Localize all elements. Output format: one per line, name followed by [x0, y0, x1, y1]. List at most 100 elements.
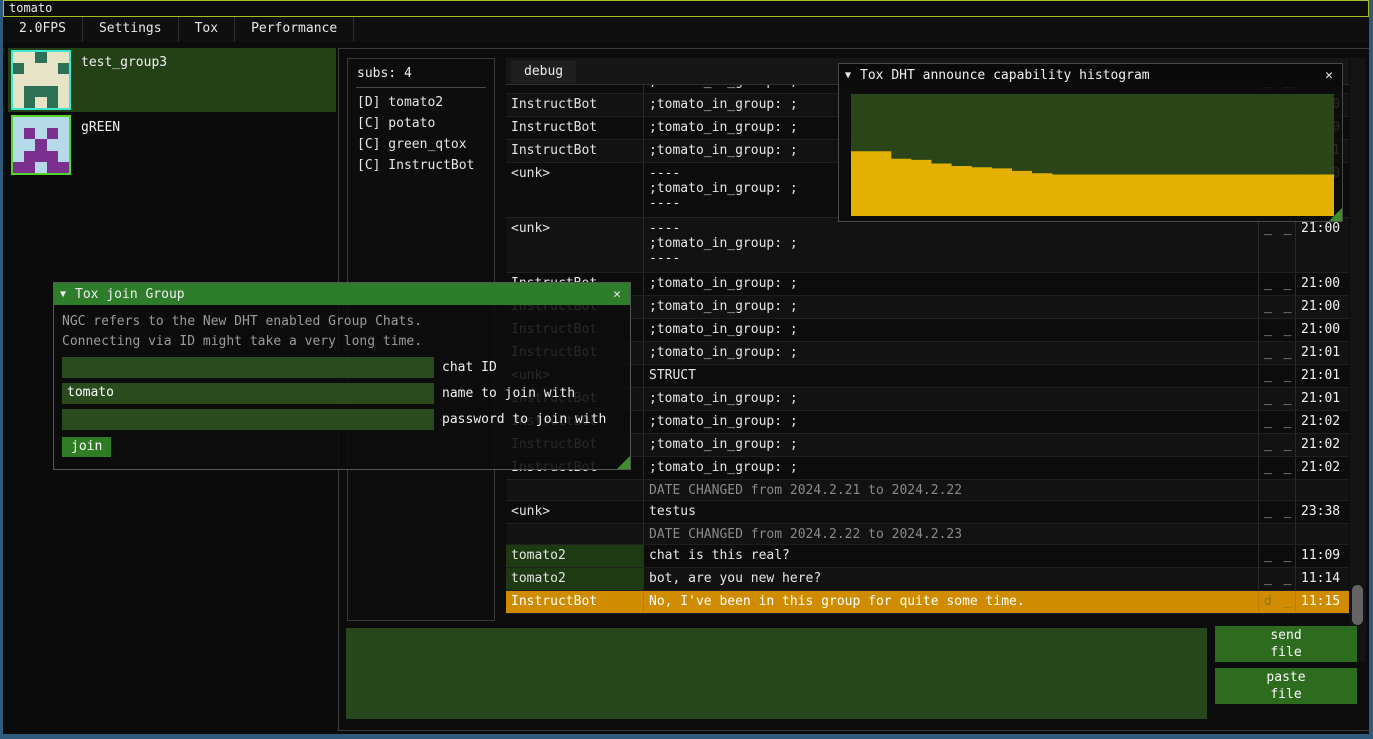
message-text: testus	[644, 501, 1259, 523]
message-text: ---- ;tomato_in_group: ; ----	[644, 218, 1259, 272]
subs-member[interactable]: [C] InstructBot	[348, 155, 494, 176]
join-group-title: Tox join Group	[75, 287, 610, 302]
sender-name	[506, 524, 644, 544]
sender-name	[506, 480, 644, 500]
message-text: ;tomato_in_group: ;	[644, 388, 1259, 410]
sender-name: InstructBot	[506, 140, 644, 162]
message-text: ;tomato_in_group: ;	[644, 273, 1259, 295]
group-name: gREEN	[71, 115, 120, 135]
delivery-status: _ _	[1259, 365, 1296, 387]
message-time: 21:01	[1296, 342, 1349, 364]
message-text: ;tomato_in_group: ;	[644, 319, 1259, 341]
subs-member[interactable]: [C] green_qtox	[348, 134, 494, 155]
date-divider-row: DATE CHANGED from 2024.2.21 to 2024.2.22	[506, 480, 1349, 501]
group-name: test_group3	[71, 50, 167, 70]
app-window: tomato 2.0FPSSettingsToxPerformance test…	[0, 0, 1373, 739]
collapse-icon[interactable]: ▼	[60, 289, 66, 300]
sender-name: <unk>	[506, 218, 644, 272]
message-row: InstructBot;tomato_in_group: ;_ _21:01	[506, 388, 1349, 411]
subs-header: subs: 4	[348, 59, 494, 87]
message-row: InstructBot;tomato_in_group: ;_ _21:01	[506, 342, 1349, 365]
message-time: 21:00	[1296, 218, 1349, 272]
join-info-line: Connecting via ID might take a very long…	[62, 332, 622, 352]
group-avatar	[11, 115, 71, 175]
message-text: ;tomato_in_group: ;	[644, 457, 1259, 479]
message-input[interactable]	[346, 628, 1207, 719]
message-text: bot, are you new here?	[644, 568, 1259, 590]
close-icon[interactable]: ✕	[1322, 68, 1336, 83]
histogram-series	[851, 94, 1334, 216]
message-row: InstructBot;tomato_in_group: ;_ _21:02	[506, 411, 1349, 434]
join-name-label: name to join with	[434, 386, 575, 401]
message-text: ;tomato_in_group: ;	[644, 434, 1259, 456]
message-row: <unk>STRUCT_ _21:01	[506, 365, 1349, 388]
send-file-button[interactable]: send file	[1215, 626, 1357, 662]
dht-histogram-titlebar[interactable]: ▼ Tox DHT announce capability histogram …	[839, 64, 1342, 87]
message-time: 21:01	[1296, 388, 1349, 410]
group-avatar	[11, 50, 71, 110]
message-text: chat is this real?	[644, 545, 1259, 567]
message-text: No, I've been in this group for quite so…	[644, 591, 1259, 613]
window-title: tomato	[9, 1, 52, 15]
paste-file-button[interactable]: paste file	[1215, 668, 1357, 704]
group-item-gREEN[interactable]: gREEN	[8, 113, 336, 177]
window-titlebar[interactable]: tomato	[3, 0, 1369, 17]
delivery-status: _ _	[1259, 568, 1296, 590]
collapse-icon[interactable]: ▼	[845, 70, 851, 81]
message-row: tomato2bot, are you new here?_ _11:14	[506, 568, 1349, 591]
menu-bar: 2.0FPSSettingsToxPerformance	[3, 17, 1369, 42]
join-name-field[interactable]: tomato	[62, 383, 434, 404]
message-time: 11:14	[1296, 568, 1349, 590]
join-password-field[interactable]	[62, 409, 434, 430]
subs-member[interactable]: [C] potato	[348, 113, 494, 134]
menu-item-tox[interactable]: Tox	[179, 17, 235, 42]
chat-id-field[interactable]	[62, 357, 434, 378]
join-button[interactable]: join	[62, 437, 111, 457]
message-time: 21:00	[1296, 319, 1349, 341]
message-text: ;tomato_in_group: ;	[644, 411, 1259, 433]
subs-member[interactable]: [D] tomato2	[348, 92, 494, 113]
delivery-status: d _	[1259, 591, 1296, 613]
message-time: 11:15	[1296, 591, 1349, 613]
join-group-titlebar[interactable]: ▼ Tox join Group ✕	[54, 283, 630, 305]
join-password-label: password to join with	[434, 412, 606, 427]
sender-name: InstructBot	[506, 117, 644, 139]
menu-item-2-0fps[interactable]: 2.0FPS	[3, 17, 83, 42]
tab-debug[interactable]: debug	[511, 61, 576, 83]
delivery-status: _ _	[1259, 319, 1296, 341]
sender-name: InstructBot	[506, 94, 644, 116]
dht-histogram-title: Tox DHT announce capability histogram	[860, 68, 1322, 83]
chat-scrollbar-thumb[interactable]	[1352, 585, 1363, 625]
dht-histogram-plot	[851, 94, 1334, 216]
group-list: test_group3 gREEN	[8, 48, 336, 178]
menu-item-performance[interactable]: Performance	[235, 17, 354, 42]
delivery-status: _ _	[1259, 273, 1296, 295]
message-time: 21:02	[1296, 434, 1349, 456]
dht-histogram-window: ▼ Tox DHT announce capability histogram …	[838, 63, 1343, 222]
sender-name: tomato2	[506, 568, 644, 590]
message-row: InstructBot;tomato_in_group: ;_ _21:00	[506, 296, 1349, 319]
subs-separator	[356, 87, 486, 88]
message-text: DATE CHANGED from 2024.2.21 to 2024.2.22	[644, 480, 1259, 500]
join-group-window: ▼ Tox join Group ✕ NGC refers to the New…	[53, 282, 631, 470]
delivery-status: _ _	[1259, 434, 1296, 456]
message-time: 21:02	[1296, 411, 1349, 433]
sender-name: <unk>	[506, 501, 644, 523]
delivery-status	[1259, 524, 1296, 544]
delivery-status	[1259, 480, 1296, 500]
subs-member-list: [D] tomato2[C] potato[C] green_qtox[C] I…	[348, 92, 494, 176]
delivery-status: _ _	[1259, 388, 1296, 410]
resize-grip-icon[interactable]	[617, 456, 630, 469]
message-time: 11:09	[1296, 545, 1349, 567]
delivery-status: _ _	[1259, 296, 1296, 318]
message-text: DATE CHANGED from 2024.2.22 to 2024.2.23	[644, 524, 1259, 544]
chat-scrollbar[interactable]	[1350, 58, 1366, 662]
resize-grip-icon[interactable]	[1329, 208, 1342, 221]
group-item-test_group3[interactable]: test_group3	[8, 48, 336, 112]
message-row: <unk>testus_ _23:38	[506, 501, 1349, 524]
message-row: InstructBot;tomato_in_group: ;_ _21:02	[506, 457, 1349, 480]
delivery-status: _ _	[1259, 457, 1296, 479]
message-row: InstructBotNo, I've been in this group f…	[506, 591, 1349, 614]
menu-item-settings[interactable]: Settings	[83, 17, 179, 42]
close-icon[interactable]: ✕	[610, 287, 624, 302]
